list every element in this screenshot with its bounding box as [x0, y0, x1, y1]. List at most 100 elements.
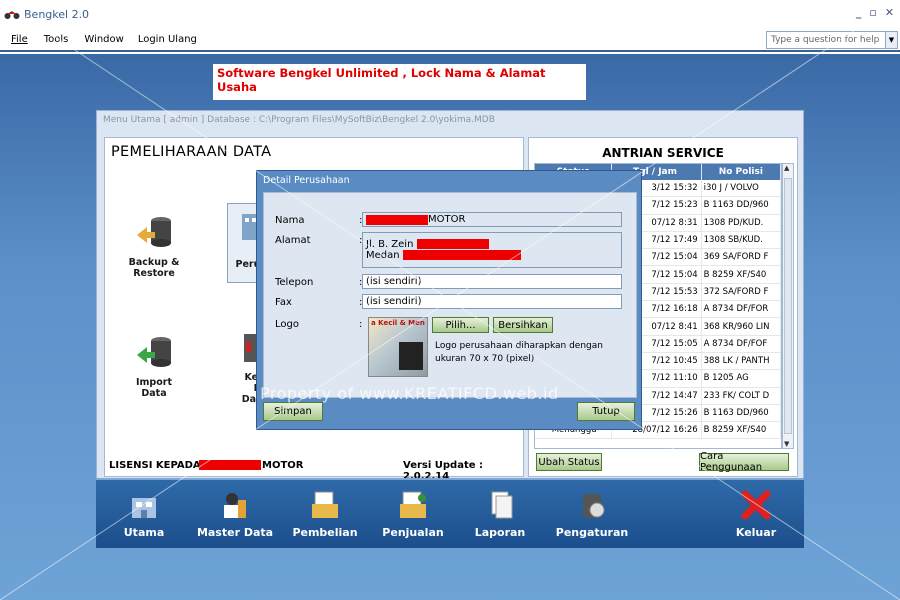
window-title: Bengkel 2.0 — [24, 7, 90, 21]
menu-bar: File Tools Window Login Ulang — [0, 28, 900, 52]
row-no-polisi: B 8259 XF/S40 — [702, 266, 781, 283]
dialog-title: Detail Perusahaan — [263, 175, 350, 186]
row-no-polisi: B 1163 DD/960 — [702, 197, 781, 214]
help-search-box[interactable]: Type a question for help ▼ — [766, 31, 898, 49]
scroll-down-icon[interactable]: ▼ — [784, 440, 789, 448]
utama-label: Utama — [123, 526, 165, 539]
row-no-polisi: B 1163 DD/960 — [702, 404, 781, 422]
alamat-redaction-2 — [402, 250, 521, 260]
alamat-line1: Jl. B. Zein — [366, 239, 414, 250]
row-no-polisi: A 8734 DF/FOR — [702, 301, 781, 318]
import-label-2: Data — [141, 388, 167, 399]
title-bar: Bengkel 2.0 _ ▫ ✕ — [0, 0, 900, 28]
license-suffix: MOTOR — [262, 460, 304, 471]
home-building-icon — [132, 498, 156, 518]
motorbike-icon — [4, 11, 20, 19]
license-redaction — [199, 460, 261, 470]
nama-suffix: MOTOR — [428, 214, 466, 225]
keluar-button[interactable]: Keluar — [711, 490, 801, 539]
telepon-input[interactable]: (isi sendiri) — [362, 274, 622, 289]
scroll-thumb[interactable] — [784, 178, 792, 434]
pembelian-label: Pembelian — [292, 526, 358, 539]
logo-image: a Kecil & Men — [368, 317, 428, 377]
row-no-polisi: 372 SA/FORD F — [702, 283, 781, 301]
row-no-polisi: A 8734 DF/FOF — [702, 335, 781, 352]
ubah-status-button[interactable]: Ubah Status — [536, 453, 602, 471]
row-no-polisi: 369 SA/FORD F — [702, 249, 781, 266]
nama-redaction — [366, 214, 428, 225]
row-no-polisi: 388 LK / PANTH — [702, 352, 781, 370]
dialog-body: Nama : MOTOR Alamat : Jl. B. Zein Medan … — [263, 192, 637, 398]
backup-restore-tile[interactable]: Backup & Restore — [119, 213, 189, 279]
row-no-polisi: B 1205 AG — [702, 370, 781, 387]
minimize-button[interactable]: _ — [856, 6, 862, 19]
laporan-label: Laporan — [474, 526, 526, 539]
scroll-up-icon[interactable]: ▲ — [784, 164, 789, 172]
detail-perusahaan-dialog: Detail Perusahaan Nama : MOTOR Alamat : … — [256, 170, 642, 430]
license-label: LISENSI KEPADA : — [109, 460, 209, 471]
pembelian-button[interactable]: Pembelian — [280, 490, 370, 539]
row-no-polisi: 1308 PD/KUD. — [702, 214, 781, 231]
antrian-title: ANTRIAN SERVICE — [602, 146, 724, 160]
settings-gear-icon — [583, 494, 605, 518]
database-backup-icon — [137, 217, 171, 247]
cara-penggunaan-button[interactable]: Cara Penggunaan — [699, 451, 789, 473]
restore-button[interactable]: ▫ — [869, 6, 876, 19]
logo-note: Logo perusahaan diharapkan dengan ukuran… — [435, 341, 603, 364]
import-data-tile[interactable]: Import Data — [119, 333, 189, 399]
alamat-line2: Medan — [366, 250, 400, 261]
row-no-polisi: B 8259 XF/S40 — [702, 422, 781, 439]
menu-window[interactable]: Window — [84, 34, 123, 45]
penjualan-label: Penjualan — [382, 526, 444, 539]
menu-login-ulang[interactable]: Login Ulang — [138, 34, 197, 45]
pengaturan-label: Pengaturan — [555, 526, 629, 539]
menu-file[interactable]: File — [11, 34, 28, 45]
backup-label-1: Backup & — [128, 257, 180, 268]
logo-label: Logo — [275, 319, 299, 330]
telepon-label: Telepon — [275, 277, 314, 288]
row-no-polisi: 233 FK/ COLT D — [702, 387, 781, 404]
simpan-button[interactable]: Simpan — [263, 402, 323, 421]
master-data-button[interactable]: Master Data — [190, 490, 280, 539]
main-toolbar: Utama Master Data Pembelian Penjualan La… — [96, 478, 804, 548]
pengaturan-button[interactable]: Pengaturan — [547, 490, 637, 539]
banner-text: Software Bengkel Unlimited , Lock Nama &… — [213, 64, 586, 100]
sales-icon — [400, 491, 426, 518]
chevron-down-icon[interactable]: ▼ — [885, 32, 897, 48]
backup-label-2: Restore — [133, 268, 175, 279]
penjualan-button[interactable]: Penjualan — [368, 490, 458, 539]
fax-label: Fax — [275, 297, 292, 308]
fax-input[interactable]: (isi sendiri) — [362, 294, 622, 309]
pilih-button[interactable]: Pilih... — [432, 317, 489, 333]
nama-label: Nama — [275, 215, 305, 226]
logo-colon: : — [359, 319, 363, 330]
app-window: Bengkel 2.0 _ ▫ ✕ File Tools Window Logi… — [0, 0, 900, 600]
master-data-label: Master Data — [196, 526, 274, 539]
user-edit-icon — [224, 493, 246, 518]
alamat-field[interactable]: Jl. B. Zein Medan — [362, 232, 622, 268]
database-import-icon — [137, 337, 171, 367]
alamat-redaction-1 — [416, 239, 489, 249]
pemeliharaan-heading: PEMELIHARAAN DATA — [111, 144, 272, 160]
import-label-1: Import — [136, 377, 172, 388]
row-no-polisi: i30 J / VOLVO — [702, 180, 781, 197]
bersihkan-button[interactable]: Bersihkan — [493, 317, 553, 333]
purchase-icon — [312, 491, 338, 518]
menu-tools[interactable]: Tools — [44, 34, 69, 45]
antrian-scrollbar[interactable]: ▲ ▼ — [782, 163, 794, 449]
dialog-footer: Simpan Tutup — [257, 400, 641, 430]
alamat-label: Alamat — [275, 235, 311, 246]
nama-field[interactable]: MOTOR — [362, 212, 622, 227]
exit-x-icon — [741, 490, 771, 520]
tutup-button[interactable]: Tutup — [577, 402, 635, 421]
row-no-polisi: 368 KR/960 LIN — [702, 318, 781, 335]
help-placeholder: Type a question for help — [771, 35, 880, 45]
col-no-polisi[interactable]: No Polisi — [702, 164, 781, 180]
utama-button[interactable]: Utama — [99, 490, 189, 539]
report-icon — [491, 491, 513, 519]
menu-utama-title: Menu Utama [ admin ] Database : C:\Progr… — [103, 115, 495, 125]
keluar-label: Keluar — [735, 526, 777, 539]
laporan-button[interactable]: Laporan — [455, 490, 545, 539]
close-button[interactable]: ✕ — [885, 6, 894, 19]
logo-caption: a Kecil & Men — [371, 319, 425, 327]
